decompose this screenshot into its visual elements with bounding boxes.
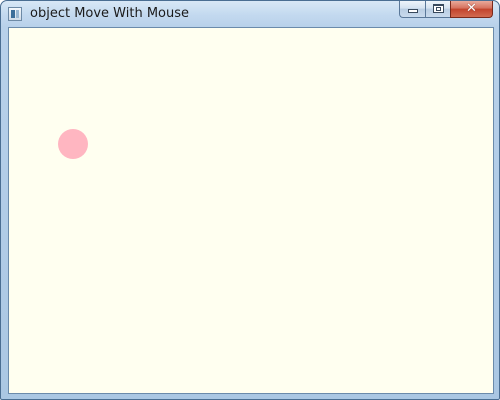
window-title: object Move With Mouse — [30, 6, 190, 21]
minimize-icon — [408, 9, 418, 13]
restore-icon — [433, 4, 444, 13]
maximize-button[interactable] — [425, 1, 450, 18]
minimize-button[interactable] — [399, 1, 425, 18]
movable-circle-object[interactable] — [58, 129, 88, 159]
close-button[interactable]: ✕ — [450, 1, 493, 18]
application-window-icon[interactable] — [8, 7, 22, 21]
canvas-area[interactable] — [8, 27, 494, 394]
close-icon: ✕ — [466, 1, 477, 16]
title-bar[interactable]: object Move With Mouse ✕ — [1, 1, 499, 27]
caption-buttons: ✕ — [399, 1, 493, 19]
application-window: object Move With Mouse ✕ — [0, 0, 500, 400]
